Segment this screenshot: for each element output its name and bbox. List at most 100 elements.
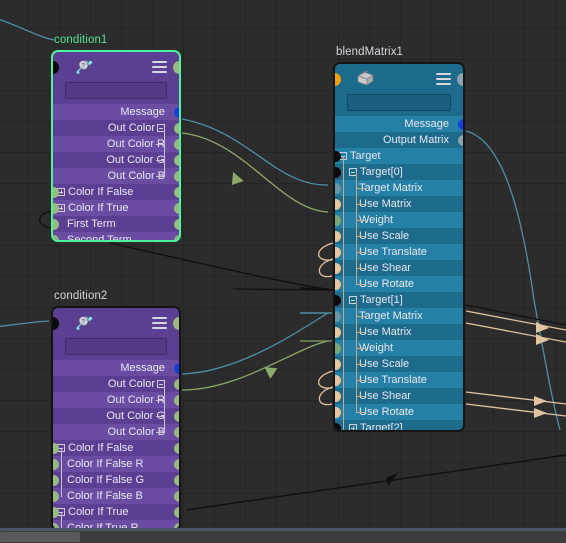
attribute-row[interactable]: Weight [335, 340, 463, 356]
attribute-row[interactable]: Color If False [53, 184, 179, 200]
input-socket[interactable] [335, 246, 341, 258]
input-socket[interactable] [53, 458, 59, 470]
attribute-row[interactable]: Use Translate [335, 244, 463, 260]
input-socket[interactable] [335, 326, 341, 338]
attribute-row[interactable]: Use Rotate [335, 276, 463, 292]
input-socket[interactable] [335, 406, 341, 418]
input-socket[interactable] [53, 474, 59, 486]
horizontal-scrollbar[interactable] [0, 531, 566, 543]
attribute-row[interactable]: Message [53, 104, 179, 120]
node-header-input-socket[interactable] [53, 317, 59, 330]
node-editor-canvas[interactable]: condition1? Message Out Color Out Color R Ou… [0, 0, 566, 543]
attribute-row[interactable]: Use Shear [335, 260, 463, 276]
expand-plus-icon[interactable] [349, 424, 357, 430]
output-socket[interactable] [457, 118, 463, 130]
output-socket[interactable] [173, 458, 179, 470]
node-header-condition1[interactable]: ? [53, 52, 179, 82]
attribute-row[interactable]: Out Color R [53, 136, 179, 152]
attribute-row[interactable]: Color If False R [53, 456, 179, 472]
input-socket[interactable] [53, 442, 59, 454]
attribute-row[interactable]: Use Matrix [335, 196, 463, 212]
node-header-input-socket[interactable] [335, 73, 341, 86]
output-socket[interactable] [173, 170, 179, 182]
hamburger-icon[interactable] [152, 61, 167, 73]
output-socket[interactable] [173, 426, 179, 438]
node-name-field-condition2[interactable] [65, 338, 167, 355]
output-socket[interactable] [173, 138, 179, 150]
input-socket[interactable] [335, 358, 341, 370]
attribute-row[interactable]: Use Rotate [335, 404, 463, 420]
node-blendMatrix1[interactable]: Message Output Matrix Target Target[0] Targe… [333, 62, 465, 432]
input-socket[interactable] [53, 218, 59, 230]
output-socket[interactable] [173, 442, 179, 454]
attribute-row[interactable]: Out Color R [53, 392, 179, 408]
input-socket[interactable] [335, 150, 341, 162]
output-socket[interactable] [173, 410, 179, 422]
output-socket[interactable] [173, 154, 179, 166]
attribute-row[interactable]: Second Term [53, 232, 179, 240]
attribute-row[interactable]: Target[1] [335, 292, 463, 308]
node-header-input-socket[interactable] [53, 61, 59, 74]
attribute-row[interactable]: Color If False G [53, 472, 179, 488]
attribute-row[interactable]: Output Matrix [335, 132, 463, 148]
attribute-row[interactable]: First Term [53, 216, 179, 232]
input-socket[interactable] [335, 278, 341, 290]
node-name-field-blendMatrix1[interactable] [347, 94, 451, 111]
output-socket[interactable] [173, 202, 179, 214]
attribute-row[interactable]: Use Scale [335, 356, 463, 372]
input-socket[interactable] [335, 166, 341, 178]
attribute-row[interactable]: Target[0] [335, 164, 463, 180]
node-header-output-socket[interactable] [173, 317, 179, 330]
input-socket[interactable] [53, 202, 59, 214]
output-socket[interactable] [173, 474, 179, 486]
horizontal-scrollbar-thumb[interactable] [0, 532, 80, 542]
attribute-row[interactable]: Target Matrix [335, 180, 463, 196]
output-socket[interactable] [173, 218, 179, 230]
node-header-output-socket[interactable] [457, 73, 463, 86]
output-socket[interactable] [173, 394, 179, 406]
hamburger-icon[interactable] [436, 73, 451, 85]
output-socket[interactable] [173, 506, 179, 518]
output-socket[interactable] [173, 122, 179, 134]
input-socket[interactable] [335, 294, 341, 306]
attribute-row[interactable]: Use Shear [335, 388, 463, 404]
attribute-row[interactable]: Out Color [53, 120, 179, 136]
output-socket[interactable] [173, 186, 179, 198]
node-condition2[interactable]: ? Message Out Color Out Color R Out Color GO… [51, 306, 181, 531]
attribute-row[interactable]: Color If True [53, 504, 179, 520]
attribute-row[interactable]: Out Color [53, 376, 179, 392]
node-header-condition2[interactable]: ? [53, 308, 179, 338]
input-socket[interactable] [335, 310, 341, 322]
attribute-row[interactable]: Target Matrix [335, 308, 463, 324]
attribute-row[interactable]: Weight [335, 212, 463, 228]
input-socket[interactable] [335, 230, 341, 242]
attribute-row[interactable]: Out Color B [53, 168, 179, 184]
node-condition1[interactable]: ? Message Out Color Out Color R Out Color GO… [51, 50, 181, 242]
input-socket[interactable] [335, 214, 341, 226]
output-socket[interactable] [173, 362, 179, 374]
attribute-row[interactable]: Use Matrix [335, 324, 463, 340]
input-socket[interactable] [53, 506, 59, 518]
attribute-row[interactable]: Out Color B [53, 424, 179, 440]
input-socket[interactable] [335, 198, 341, 210]
node-header-blendMatrix1[interactable] [335, 64, 463, 94]
attribute-row[interactable]: Color If False [53, 440, 179, 456]
attribute-row[interactable]: Target [335, 148, 463, 164]
attribute-row[interactable]: Target[2] [335, 420, 463, 430]
output-socket[interactable] [173, 490, 179, 502]
input-socket[interactable] [53, 186, 59, 198]
output-socket[interactable] [173, 106, 179, 118]
output-socket[interactable] [457, 134, 463, 146]
input-socket[interactable] [335, 262, 341, 274]
attribute-row[interactable]: Use Translate [335, 372, 463, 388]
input-socket[interactable] [53, 490, 59, 502]
node-header-output-socket[interactable] [173, 61, 179, 74]
input-socket[interactable] [335, 342, 341, 354]
input-socket[interactable] [335, 182, 341, 194]
attribute-row[interactable]: Message [335, 116, 463, 132]
attribute-row[interactable]: Use Scale [335, 228, 463, 244]
attribute-row[interactable]: Color If True [53, 200, 179, 216]
input-socket[interactable] [335, 374, 341, 386]
input-socket[interactable] [335, 390, 341, 402]
attribute-row[interactable]: Message [53, 360, 179, 376]
